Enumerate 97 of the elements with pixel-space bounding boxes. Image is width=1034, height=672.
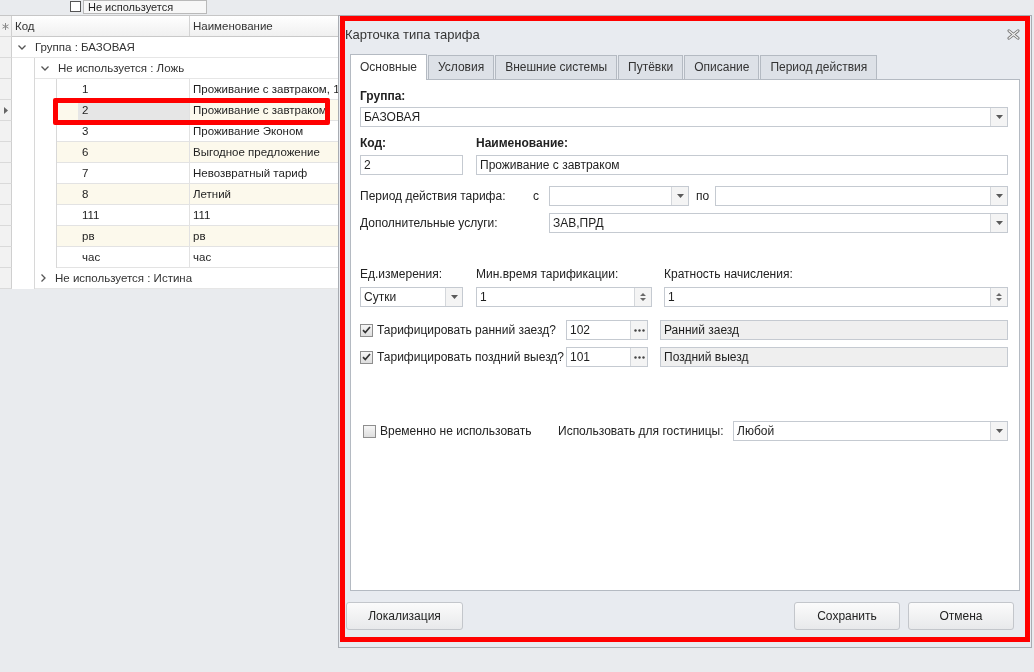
window-title: Карточка типа тарифа <box>345 27 480 42</box>
input-field[interactable]: 2 <box>360 155 463 175</box>
checkbox[interactable] <box>70 1 81 12</box>
hotel-dropdown[interactable]: Любой <box>733 421 1008 441</box>
group-label: Не используется : Истина <box>55 272 193 284</box>
input-field[interactable]: 101 <box>566 347 648 367</box>
caret-icon <box>995 194 1003 198</box>
table-cell: 6 <box>78 142 190 162</box>
tab[interactable]: Условия <box>427 55 495 79</box>
table-cell-text: час <box>192 250 213 265</box>
chevron-down-icon[interactable] <box>18 44 26 50</box>
caret-icon <box>995 115 1003 119</box>
asterisk-icon <box>2 22 9 30</box>
table-cell: час <box>78 247 190 267</box>
field-label: Кратность начисления: <box>664 267 793 281</box>
table-cell-text: 111 <box>192 208 212 223</box>
field-label: по <box>695 189 711 203</box>
save-button[interactable]: Сохранить <box>794 602 900 630</box>
spin-button[interactable] <box>634 288 651 306</box>
dropdown-button[interactable] <box>671 187 688 205</box>
cancel-button[interactable]: Отмена <box>908 602 1014 630</box>
field-label: Наименование: <box>476 136 569 150</box>
table-cell: 8 <box>78 184 190 204</box>
caret-icon <box>995 221 1003 225</box>
tab[interactable]: Внешние системы <box>495 55 618 79</box>
close-icon[interactable] <box>1007 29 1020 40</box>
table-cell-text: Невозвратный тариф <box>192 166 309 181</box>
checkbox-label[interactable]: Тарифицировать поздний выезд? <box>373 350 566 364</box>
table-row[interactable]: 111 111 <box>57 205 338 226</box>
dropdown-button[interactable] <box>990 187 1007 205</box>
filter-field[interactable]: Не используется <box>83 0 207 14</box>
ellipsis-icon <box>633 328 645 332</box>
chevron-right-icon[interactable] <box>41 274 46 282</box>
readonly-field: Поздний выезд <box>660 347 1008 367</box>
spin-button[interactable] <box>990 288 1007 306</box>
spin-field[interactable]: 1 <box>664 287 1008 307</box>
table-cell-text: Проживание с завтраком <box>192 103 328 118</box>
table-cell-text: Проживание Эконом <box>192 124 305 139</box>
field-label: Использовать для гостиницы: <box>558 424 725 438</box>
ellipsis-icon <box>633 355 645 359</box>
dropdown-button[interactable] <box>990 422 1007 440</box>
localization-button[interactable]: Локализация <box>346 602 463 630</box>
tick-icon <box>362 326 371 334</box>
field-label: Дополнительные услуги: <box>360 216 499 230</box>
group-label: Группа : БАЗОВАЯ <box>35 41 135 53</box>
table-row[interactable]: 7 Невозвратный тариф <box>57 163 338 184</box>
dropdown-button[interactable] <box>990 108 1007 126</box>
group-dropdown[interactable]: БАЗОВАЯ <box>360 107 1008 127</box>
field-label: Мин.время тарификации: <box>476 267 620 281</box>
table-cell: 3 <box>78 121 190 141</box>
input-field[interactable]: 102 <box>566 320 648 340</box>
tab[interactable]: Описание <box>684 55 760 79</box>
field-label: Ед.измерения: <box>360 267 443 281</box>
spin-field[interactable]: 1 <box>476 287 652 307</box>
column-header[interactable]: Наименование <box>190 16 338 36</box>
chevron-down-icon[interactable] <box>41 65 49 71</box>
dropdown-button[interactable] <box>990 214 1007 232</box>
pointer-arrow-icon <box>3 106 8 114</box>
services-dropdown[interactable]: ЗАВ,ПРД <box>549 213 1008 233</box>
tab[interactable]: Основные <box>350 54 427 80</box>
spin-arrows-icon <box>640 292 646 302</box>
tick-icon <box>362 353 371 361</box>
table-row[interactable]: час час <box>57 247 338 268</box>
caret-icon <box>995 429 1003 433</box>
tab[interactable]: Период действия <box>760 55 878 79</box>
input-field[interactable]: Проживание с завтраком <box>476 155 1008 175</box>
field-label: Группа: <box>360 89 407 103</box>
unit-dropdown[interactable]: Сутки <box>360 287 463 307</box>
browse-button[interactable] <box>630 321 647 339</box>
table-cell-text: Выгодное предложение <box>192 145 321 160</box>
caret-icon <box>450 295 458 299</box>
browse-button[interactable] <box>630 348 647 366</box>
table-cell-text: Летний <box>192 187 233 202</box>
checkbox[interactable] <box>363 424 376 438</box>
group-label: Не используется : Ложь <box>58 62 185 74</box>
readonly-field: Ранний заезд <box>660 320 1008 340</box>
table-row[interactable]: 8 Летний <box>57 184 338 205</box>
field-label: Период действия тарифа: <box>360 189 507 203</box>
checkbox[interactable] <box>360 323 373 337</box>
table-row[interactable]: рв рв <box>57 226 338 247</box>
caret-icon <box>676 194 684 198</box>
table-cell: рв <box>78 226 190 246</box>
table-cell: 111 <box>78 205 190 225</box>
column-header[interactable]: Код <box>12 16 190 36</box>
dropdown-button[interactable] <box>445 288 462 306</box>
table-cell-text: рв <box>192 229 207 244</box>
field-label: с <box>533 189 540 203</box>
table-row[interactable]: 6 Выгодное предложение <box>57 142 338 163</box>
checkbox-label[interactable]: Временно не использовать <box>376 424 558 438</box>
field-label: Код: <box>360 136 388 150</box>
checkbox[interactable] <box>360 350 373 364</box>
tab[interactable]: Путёвки <box>618 55 684 79</box>
table-cell: 7 <box>78 163 190 183</box>
checkbox-label[interactable]: Тарифицировать ранний заезд? <box>373 323 566 337</box>
table-cell: 1 <box>78 79 190 99</box>
spin-arrows-icon <box>996 292 1002 302</box>
row-indicator[interactable] <box>0 100 12 121</box>
